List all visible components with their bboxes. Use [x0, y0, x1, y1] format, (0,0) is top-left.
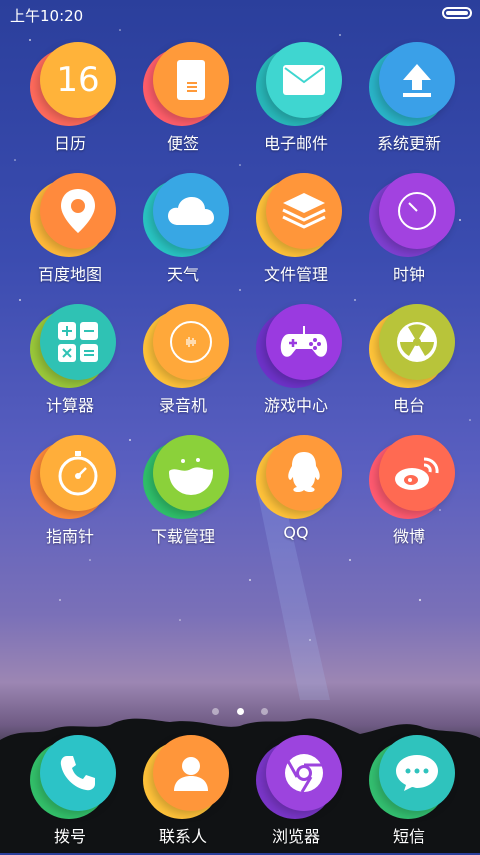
status-bar: 上午10:20	[0, 0, 480, 28]
dock-phone[interactable]: 拨号	[14, 735, 126, 855]
app-label: 天气	[166, 265, 199, 284]
app-clock[interactable]: 时钟	[353, 173, 465, 293]
radio-icon	[397, 322, 437, 362]
page-dot[interactable]	[260, 708, 268, 715]
app-label: 短信	[392, 827, 425, 846]
notes-icon	[177, 60, 205, 100]
app-label: 录音机	[158, 396, 207, 415]
qq-penguin-icon	[288, 452, 320, 492]
page-dot-active[interactable]	[236, 708, 244, 715]
qq-app-icon	[256, 435, 342, 519]
app-label: 文件管理	[263, 265, 328, 284]
app-radio[interactable]: 电台	[353, 304, 465, 424]
app-game-center[interactable]: 游戏中心	[240, 304, 352, 424]
recorder-app-icon	[143, 304, 229, 388]
contacts-app-icon	[143, 735, 229, 819]
weibo-icon	[395, 457, 439, 490]
app-label: 下载管理	[150, 527, 215, 546]
app-label: 电子邮件	[263, 134, 328, 153]
clock-app-icon	[369, 173, 455, 257]
notes-app-icon	[143, 42, 229, 126]
weather-app-icon	[143, 173, 229, 257]
dock-browser[interactable]: 浏览器	[240, 735, 352, 855]
app-label: 拨号	[53, 827, 86, 846]
page-dot[interactable]	[212, 708, 220, 715]
contact-icon	[174, 757, 208, 791]
app-weather[interactable]: 天气	[127, 173, 239, 293]
app-recorder[interactable]: 录音机	[127, 304, 239, 424]
messages-app-icon	[369, 735, 455, 819]
mail-icon	[283, 65, 325, 95]
download-icon	[169, 450, 213, 495]
app-label: 指南针	[45, 527, 94, 546]
app-label: 游戏中心	[263, 396, 328, 415]
phone-icon	[60, 756, 95, 791]
app-label: 系统更新	[376, 134, 441, 153]
app-notes[interactable]: 便签	[127, 42, 239, 162]
app-compass[interactable]: 指南针	[14, 435, 126, 555]
app-calculator[interactable]: 计算器	[14, 304, 126, 424]
app-system-update[interactable]: 系统更新	[353, 42, 465, 162]
app-label: 浏览器	[271, 827, 320, 846]
calculator-app-icon	[30, 304, 116, 388]
recorder-icon	[170, 321, 212, 363]
calculator-icon	[58, 322, 98, 362]
app-label: 便签	[166, 134, 199, 153]
app-qq[interactable]: QQ	[240, 435, 352, 555]
file-manager-app-icon	[256, 173, 342, 257]
weibo-app-icon	[369, 435, 455, 519]
dock-contacts[interactable]: 联系人	[127, 735, 239, 855]
app-download-manager[interactable]: 下载管理	[127, 435, 239, 555]
battery-icon	[442, 7, 472, 19]
browser-icon	[285, 754, 323, 793]
app-baidu-map[interactable]: 百度地图	[14, 173, 126, 293]
app-label: 联系人	[158, 827, 207, 846]
compass-icon	[58, 451, 98, 496]
layers-icon	[282, 193, 326, 229]
radio-app-icon	[369, 304, 455, 388]
calendar-app-icon: 16	[30, 42, 116, 126]
app-email[interactable]: 电子邮件	[240, 42, 352, 162]
compass-app-icon	[30, 435, 116, 519]
upload-icon	[403, 64, 431, 97]
app-label: 时钟	[392, 265, 425, 284]
system-update-app-icon	[369, 42, 455, 126]
dock-messages[interactable]: 短信	[353, 735, 465, 855]
app-label: 电台	[392, 396, 425, 415]
cloud-icon	[168, 197, 214, 225]
app-label: 计算器	[45, 396, 94, 415]
app-weibo[interactable]: 微博	[353, 435, 465, 555]
message-icon	[396, 755, 438, 791]
map-pin-icon	[61, 189, 95, 233]
phone-app-icon	[30, 735, 116, 819]
calendar-icon: 16	[56, 60, 100, 100]
browser-app-icon	[256, 735, 342, 819]
app-file-manager[interactable]: 文件管理	[240, 173, 352, 293]
app-label: 微博	[392, 527, 425, 546]
email-app-icon	[256, 42, 342, 126]
game-center-app-icon	[256, 304, 342, 388]
baidu-map-app-icon	[30, 173, 116, 257]
status-time: 上午10:20	[10, 7, 84, 25]
app-label: QQ	[283, 523, 309, 542]
download-manager-app-icon	[143, 435, 229, 519]
page-indicator	[0, 700, 480, 719]
gamepad-icon	[280, 326, 328, 357]
app-calendar[interactable]: 16 日历	[14, 42, 126, 162]
clock-icon	[398, 192, 436, 230]
app-label: 百度地图	[37, 265, 102, 284]
app-label: 日历	[53, 134, 86, 153]
